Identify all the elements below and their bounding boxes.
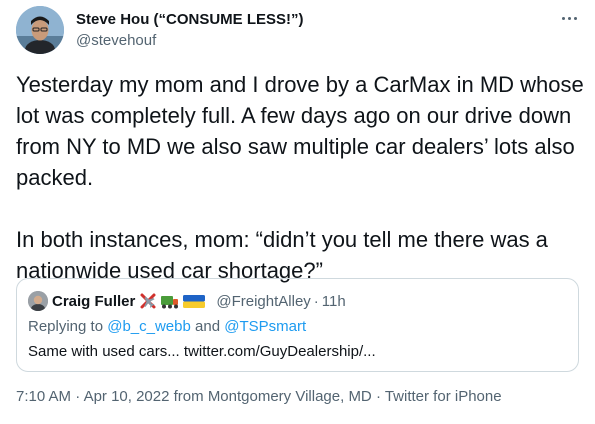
separator-dot: · xyxy=(313,292,319,310)
quoted-author-name[interactable]: Craig Fuller xyxy=(52,293,135,310)
mention-link[interactable]: @b_c_webb xyxy=(107,318,191,335)
tweet-author: Steve Hou (“CONSUME LESS!”) @stevehouf xyxy=(76,10,304,51)
more-dot-icon xyxy=(573,16,577,20)
quoted-author-avatar[interactable] xyxy=(28,291,48,311)
author-name[interactable]: Steve Hou (“CONSUME LESS!”) xyxy=(76,10,304,30)
more-dot-icon xyxy=(561,16,565,20)
replying-to-line: Replying to @b_c_webb and @TSPsmart xyxy=(28,317,306,337)
replying-to-label: Replying to xyxy=(28,318,104,335)
separator-dot: · xyxy=(75,388,81,405)
author-avatar[interactable] xyxy=(16,6,64,54)
tweet-metadata: 7:10 AM · Apr 10, 2022 from Montgomery V… xyxy=(16,387,502,407)
more-dot-icon xyxy=(567,16,571,20)
mention-link[interactable]: @TSPsmart xyxy=(224,318,306,335)
tweet-client[interactable]: Twitter for iPhone xyxy=(385,388,502,405)
replying-and-label: and xyxy=(195,318,221,335)
author-handle[interactable]: @stevehouf xyxy=(76,31,304,51)
quoted-tweet-text: Same with used cars... twitter.com/GuyDe… xyxy=(28,343,376,360)
quoted-tweet-header: Craig Fuller @FreightAlley · 11h xyxy=(28,291,346,311)
separator-dot: · xyxy=(375,388,381,405)
ukraine-flag-icon xyxy=(183,295,206,308)
quoted-tweet-time[interactable]: 11h xyxy=(322,293,346,310)
from-label: from xyxy=(173,388,204,405)
more-options-button[interactable] xyxy=(556,10,582,26)
tweet-time[interactable]: 7:10 AM xyxy=(16,388,71,405)
tweet-date[interactable]: Apr 10, 2022 xyxy=(84,388,170,405)
quoted-author-emoji-badges xyxy=(139,292,211,310)
tweet-text: Yesterday my mom and I drove by a CarMax… xyxy=(16,72,584,283)
truck-icon xyxy=(161,296,179,309)
tweet-location[interactable]: Montgomery Village, MD xyxy=(208,388,372,405)
quoted-tweet-card[interactable]: Craig Fuller @FreightAlley · 11h Replyin… xyxy=(16,278,579,372)
quoted-author-handle[interactable]: @FreightAlley xyxy=(216,293,310,310)
